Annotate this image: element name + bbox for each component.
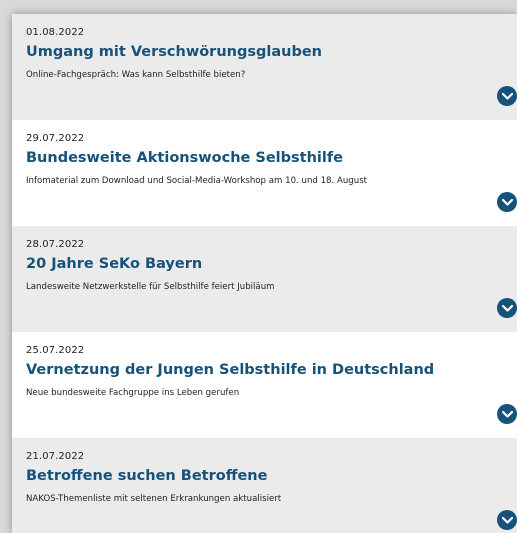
chevron-down-icon [501, 198, 513, 206]
chevron-down-icon [501, 92, 513, 100]
news-item[interactable]: 21.07.2022 Betroffene suchen Betroffene … [12, 438, 517, 533]
news-teaser: Landesweite Netzwerkstelle für Selbsthil… [26, 282, 275, 292]
news-item[interactable]: 29.07.2022 Bundesweite Aktionswoche Selb… [12, 120, 517, 226]
news-date: 25.07.2022 [26, 345, 85, 356]
news-teaser: Neue bundesweite Fachgruppe ins Leben ge… [26, 388, 240, 398]
news-item[interactable]: 01.08.2022 Umgang mit Verschwörungsglaub… [12, 14, 517, 120]
news-date: 29.07.2022 [26, 133, 85, 144]
chevron-down-icon [501, 304, 513, 312]
news-teaser: Infomaterial zum Download und Social-Med… [26, 176, 368, 186]
news-item[interactable]: 28.07.2022 20 Jahre SeKo Bayern Landeswe… [12, 226, 517, 332]
news-title[interactable]: 20 Jahre SeKo Bayern [26, 256, 202, 272]
news-date: 28.07.2022 [26, 239, 85, 250]
news-title[interactable]: Bundesweite Aktionswoche Selbsthilfe [26, 150, 343, 166]
chevron-down-icon [501, 516, 513, 524]
news-panel: 01.08.2022 Umgang mit Verschwörungsglaub… [12, 14, 517, 533]
news-title[interactable]: Umgang mit Verschwörungsglauben [26, 44, 322, 60]
expand-button[interactable] [497, 510, 517, 530]
news-list: 01.08.2022 Umgang mit Verschwörungsglaub… [12, 14, 517, 533]
news-teaser: NAKOS-Themenliste mit seltenen Erkrankun… [26, 494, 282, 504]
expand-button[interactable] [497, 404, 517, 424]
news-item[interactable]: 25.07.2022 Vernetzung der Jungen Selbsth… [12, 332, 517, 438]
expand-button[interactable] [497, 298, 517, 318]
expand-button[interactable] [497, 86, 517, 106]
news-title[interactable]: Betroffene suchen Betroffene [26, 468, 267, 484]
news-date: 21.07.2022 [26, 451, 85, 462]
news-title[interactable]: Vernetzung der Jungen Selbsthilfe in Deu… [26, 362, 434, 378]
news-date: 01.08.2022 [26, 27, 85, 38]
news-teaser: Online-Fachgespräch: Was kann Selbsthilf… [26, 70, 246, 80]
expand-button[interactable] [497, 192, 517, 212]
chevron-down-icon [501, 410, 513, 418]
